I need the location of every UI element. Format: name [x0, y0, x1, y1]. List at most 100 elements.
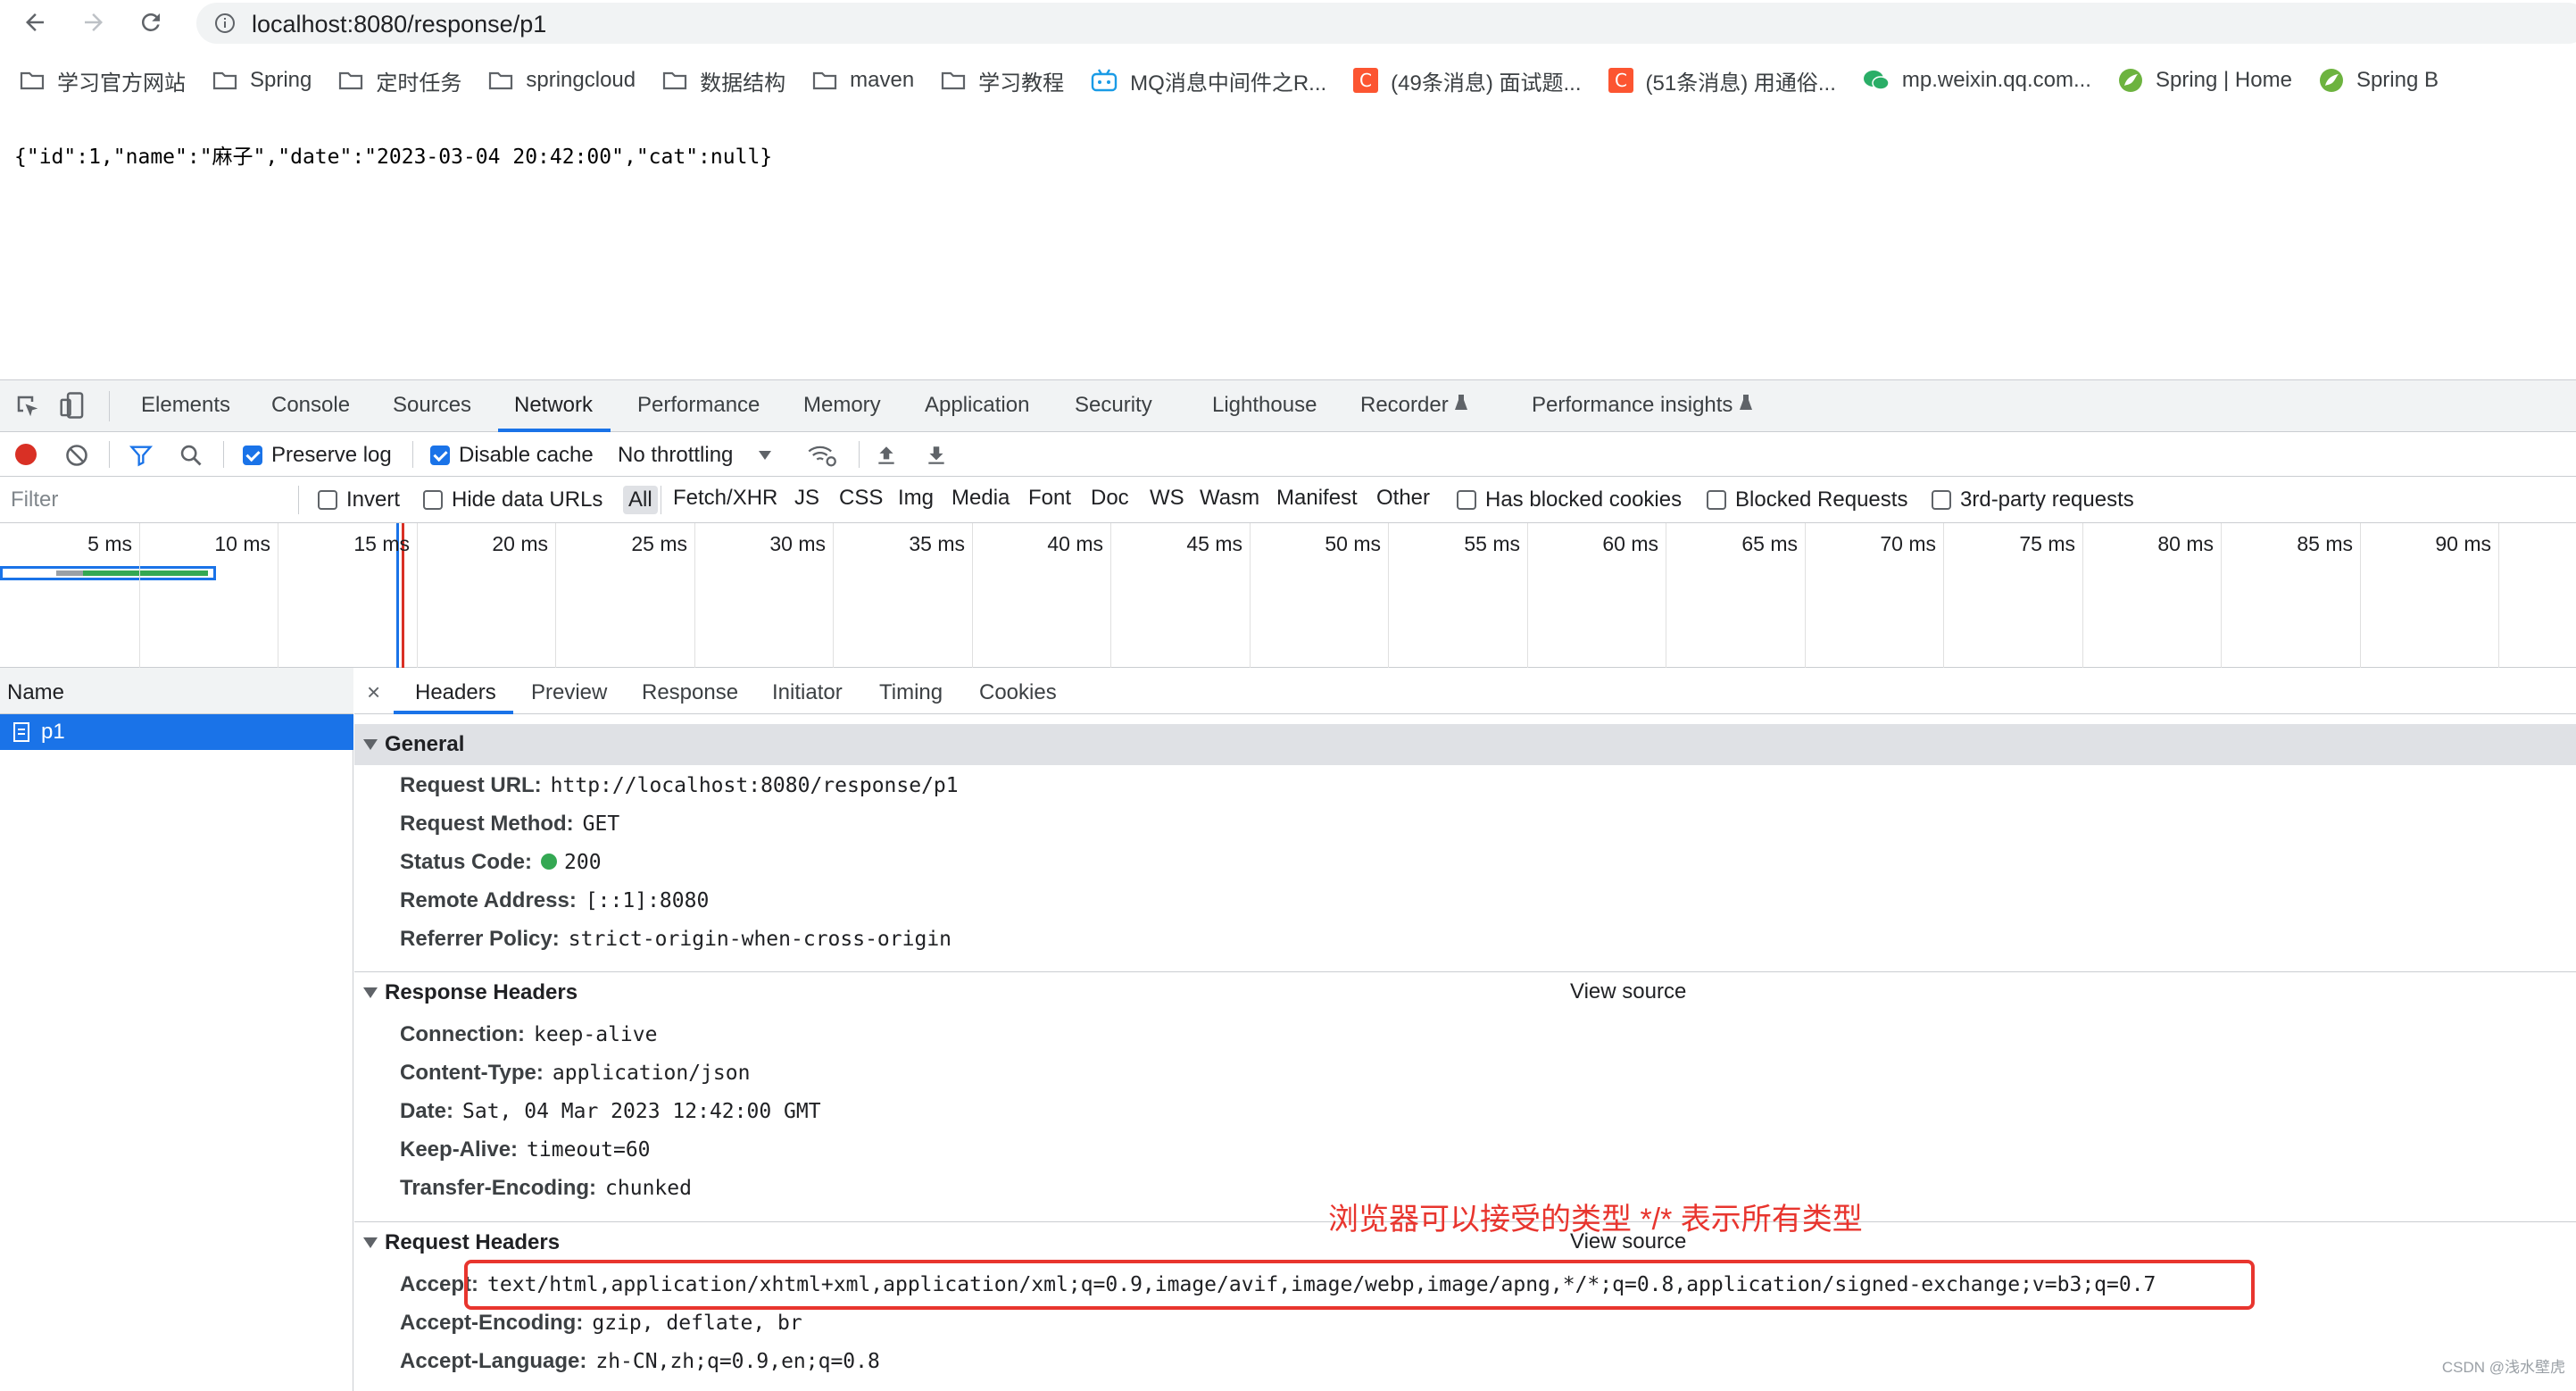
forward-button[interactable]	[79, 7, 109, 37]
network-conditions-button[interactable]	[807, 443, 837, 472]
url-text[interactable]: localhost:8080/response/p1	[252, 11, 546, 38]
back-button[interactable]	[20, 7, 50, 37]
tab-application[interactable]: Application	[925, 393, 1029, 418]
hide-data-urls-checkbox[interactable]: Hide data URLs	[423, 487, 602, 512]
bookmark-item[interactable]: mp.weixin.qq.com...	[1863, 68, 2091, 93]
bookmark-item[interactable]: C (49条消息) 面试题...	[1353, 65, 1582, 96]
tab-lighthouse[interactable]: Lighthouse	[1212, 393, 1317, 418]
tab-memory[interactable]: Memory	[803, 393, 881, 418]
bookmark-item[interactable]: 定时任务	[338, 65, 461, 96]
timeline-gridline	[1943, 523, 1944, 668]
request-waterfall-bar	[0, 566, 216, 580]
type-filter-media[interactable]: Media	[951, 486, 1010, 511]
separator	[223, 441, 224, 468]
detail-tab-response[interactable]: Response	[642, 680, 738, 705]
bookmark-item[interactable]: MQ消息中间件之R...	[1091, 65, 1326, 96]
site-info-icon[interactable]	[214, 12, 236, 38]
has-blocked-cookies-checkbox[interactable]: Has blocked cookies	[1457, 487, 1682, 512]
tab-network[interactable]: Network	[514, 393, 593, 418]
type-filter-img[interactable]: Img	[898, 486, 934, 511]
network-overview-timeline[interactable]: 5 ms 10 ms 15 ms 20 ms 25 ms 30 ms 35 ms 40 ms 4…	[0, 523, 2576, 668]
invert-checkbox[interactable]: Invert	[318, 487, 400, 512]
view-source-link[interactable]: View source	[1570, 979, 1686, 1004]
reload-icon	[141, 12, 160, 31]
detail-tab-timing[interactable]: Timing	[879, 680, 943, 705]
third-party-requests-checkbox[interactable]: 3rd-party requests	[1932, 487, 2134, 512]
bookmark-item[interactable]: springcloud	[488, 68, 636, 93]
detail-tab-preview[interactable]: Preview	[531, 680, 607, 705]
tab-elements[interactable]: Elements	[141, 393, 230, 418]
tab-security[interactable]: Security	[1075, 393, 1152, 418]
detail-tab-headers[interactable]: Headers	[415, 680, 496, 705]
device-toolbar-icon[interactable]	[59, 391, 86, 424]
throttling-select[interactable]: No throttling	[618, 443, 772, 468]
omnibox[interactable]: localhost:8080/response/p1	[196, 3, 2576, 44]
bookmark-item[interactable]: 学习官方网站	[20, 65, 186, 96]
tab-performance-insights[interactable]: Performance insights	[1532, 393, 1753, 418]
bookmark-item[interactable]: Spring	[212, 68, 312, 93]
bookmark-item[interactable]: maven	[812, 68, 914, 93]
request-list: Name p1	[0, 668, 353, 1391]
header-row: Keep-Alive: timeout=60	[400, 1137, 651, 1162]
filter-button[interactable]	[129, 443, 154, 472]
type-filter-font[interactable]: Font	[1028, 486, 1071, 511]
status-ok-dot-icon	[541, 854, 558, 870]
has-blocked-cookies-label: Has blocked cookies	[1485, 487, 1683, 512]
experiment-flask-icon	[1733, 393, 1753, 417]
tab-label: Performance	[637, 393, 760, 417]
request-row-p1[interactable]: p1	[0, 714, 353, 750]
tab-sources[interactable]: Sources	[393, 393, 471, 418]
type-filter-manifest[interactable]: Manifest	[1276, 486, 1358, 511]
folder-icon	[212, 70, 237, 91]
tab-recorder[interactable]: Recorder	[1360, 393, 1468, 418]
inspect-element-icon[interactable]	[14, 393, 41, 424]
arrow-left-icon	[26, 13, 44, 31]
type-filter-other[interactable]: Other	[1376, 486, 1430, 511]
bookmark-item[interactable]: Spring B	[2319, 68, 2439, 93]
bookmark-item[interactable]: C (51条消息) 用通俗...	[1608, 65, 1836, 96]
name-column-header[interactable]: Name	[0, 668, 353, 714]
timeline-tick-label: 70 ms	[1880, 532, 1936, 555]
timeline-tick-label: 65 ms	[1741, 532, 1798, 555]
detail-tab-initiator[interactable]: Initiator	[772, 680, 843, 705]
detail-tab-cookies[interactable]: Cookies	[979, 680, 1057, 705]
reload-button[interactable]	[136, 7, 166, 37]
general-section-header[interactable]: General	[354, 724, 2576, 765]
type-filter-all[interactable]: All	[623, 486, 658, 514]
watermark: CSDN @浅水壁虎	[2441, 1359, 2565, 1376]
search-button[interactable]	[179, 443, 204, 472]
search-icon	[180, 445, 202, 466]
type-filter-css[interactable]: CSS	[839, 486, 883, 511]
export-har-button[interactable]	[925, 443, 948, 472]
import-har-button[interactable]	[875, 443, 898, 472]
type-filter-fetch-xhr[interactable]: Fetch/XHR	[673, 486, 777, 511]
blocked-requests-checkbox[interactable]: Blocked Requests	[1707, 487, 1907, 512]
bookmark-label: (49条消息) 面试题...	[1391, 71, 1582, 96]
tab-performance[interactable]: Performance	[637, 393, 760, 418]
type-filter-ws[interactable]: WS	[1150, 486, 1184, 511]
collapse-triangle-icon	[363, 987, 378, 998]
clear-button[interactable]	[64, 443, 89, 472]
tab-label: Memory	[803, 393, 881, 417]
timeline-gridline	[1805, 523, 1806, 668]
timeline-gridline	[1527, 523, 1528, 668]
header-row: Date: Sat, 04 Mar 2023 12:42:00 GMT	[400, 1099, 821, 1124]
response-headers-section-header[interactable]: Response Headers	[354, 972, 2576, 1013]
type-filter-wasm[interactable]: Wasm	[1200, 486, 1259, 511]
filter-input[interactable]: Filter	[11, 487, 58, 512]
type-filter-js[interactable]: JS	[794, 486, 819, 511]
timeline-gridline	[972, 523, 973, 668]
type-filter-doc[interactable]: Doc	[1091, 486, 1129, 511]
close-icon[interactable]: ×	[367, 679, 380, 706]
funnel-icon	[129, 446, 154, 467]
request-name: p1	[41, 720, 65, 744]
bookmark-item[interactable]: Spring | Home	[2118, 68, 2292, 93]
disable-cache-checkbox[interactable]: Disable cache	[430, 443, 594, 468]
bookmark-item[interactable]: 学习教程	[941, 65, 1064, 96]
svg-text:C: C	[1359, 70, 1372, 91]
bookmark-item[interactable]: 数据结构	[662, 65, 785, 96]
record-button[interactable]	[14, 443, 37, 471]
preserve-log-checkbox[interactable]: Preserve log	[243, 443, 392, 468]
tab-console[interactable]: Console	[271, 393, 350, 418]
checkbox-icon	[1457, 490, 1476, 510]
